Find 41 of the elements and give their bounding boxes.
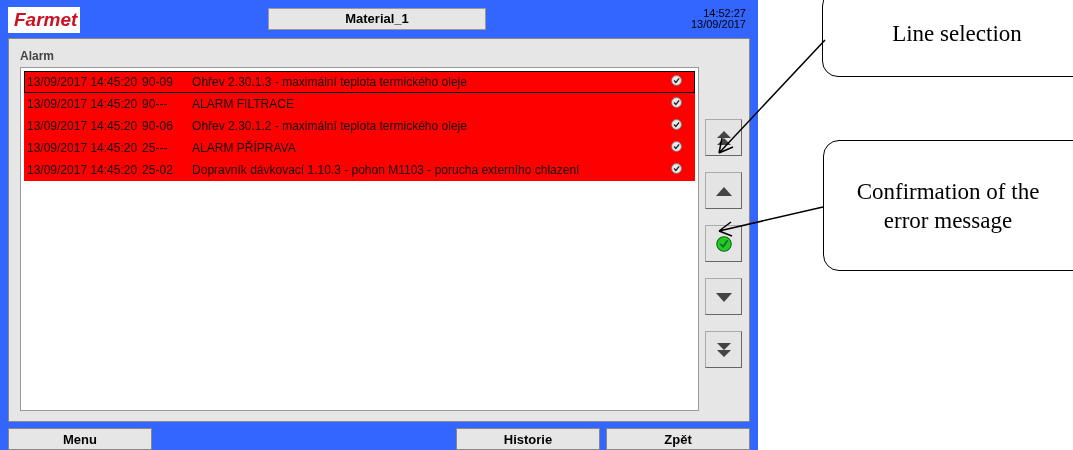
alarm-code: 90-06 xyxy=(142,119,174,133)
alarm-code: 90--- xyxy=(142,97,169,111)
alarm-timestamp: 13/09/2017 14:45:20 xyxy=(27,97,138,111)
alarm-timestamp: 13/09/2017 14:45:20 xyxy=(27,141,138,155)
callout: Line selection xyxy=(822,0,1073,77)
check-circle-icon xyxy=(714,234,733,253)
callout: Confirmation of the error message xyxy=(823,140,1073,271)
check-circle-icon xyxy=(671,163,682,174)
check-circle-icon xyxy=(671,97,682,108)
alarm-message: Dopravník dávkovací 1.10.3 - pohon M1103 - porucha externího chlazení xyxy=(192,163,581,177)
alarm-timestamp: 13/09/2017 14:45:20 xyxy=(27,163,138,177)
check-circle-icon xyxy=(671,119,682,130)
check-circle-icon xyxy=(671,141,682,152)
clock-date: 13/09/2017 xyxy=(690,19,746,30)
alarm-message: Ohřev 2.30.1.2 - maximální teplota termického oleje xyxy=(192,119,468,133)
alarm-code: 90-09 xyxy=(142,75,174,89)
alarm-code: 25--- xyxy=(142,141,169,155)
clock-time: 14:52:27 xyxy=(703,8,746,19)
check-circle-icon xyxy=(671,75,682,86)
alarm-row[interactable]: 13/09/2017 14:45:20 90-06 Ohřev 2.30.1.2 - maximální teplota termického oleje xyxy=(24,115,695,137)
alarm-row[interactable]: 13/09/2017 14:45:20 25--- ALARM PŘÍPRAVA xyxy=(24,137,695,159)
alarm-timestamp: 13/09/2017 14:45:20 xyxy=(27,75,138,89)
scroll-down-button[interactable] xyxy=(705,278,742,315)
scroll-up-button[interactable] xyxy=(705,172,742,209)
footer-button[interactable]: Zpět xyxy=(606,428,750,450)
alarm-row[interactable]: 13/09/2017 14:45:20 25-02 Dopravník dávkovací 1.10.3 - pohon M1103 - porucha externího chlazení xyxy=(24,159,695,181)
panel-title: Alarm xyxy=(20,48,55,65)
alarm-timestamp: 13/09/2017 14:45:20 xyxy=(27,119,138,133)
screen-title: Material_1 xyxy=(268,8,486,30)
footer-button[interactable]: Historie xyxy=(456,428,600,450)
footer-button[interactable]: Menu xyxy=(8,428,152,450)
alarm-row[interactable]: 13/09/2017 14:45:20 90-09 Ohřev 2.30.1.3 - maximální teplota termického oleje xyxy=(24,71,695,93)
acknowledge-button[interactable] xyxy=(705,225,742,262)
alarm-message: ALARM PŘÍPRAVA xyxy=(192,141,297,155)
alarm-message: Ohřev 2.30.1.3 - maximální teplota termického oleje xyxy=(192,75,468,89)
alarm-message: ALARM FILTRACE xyxy=(192,97,295,111)
alarm-row[interactable]: 13/09/2017 14:45:20 90--- ALARM FILTRACE xyxy=(24,93,695,115)
logo: Farmet xyxy=(8,7,80,33)
alarm-code: 25-02 xyxy=(142,163,174,177)
scroll-bottom-button[interactable] xyxy=(705,331,742,368)
scroll-top-button[interactable] xyxy=(705,119,742,156)
